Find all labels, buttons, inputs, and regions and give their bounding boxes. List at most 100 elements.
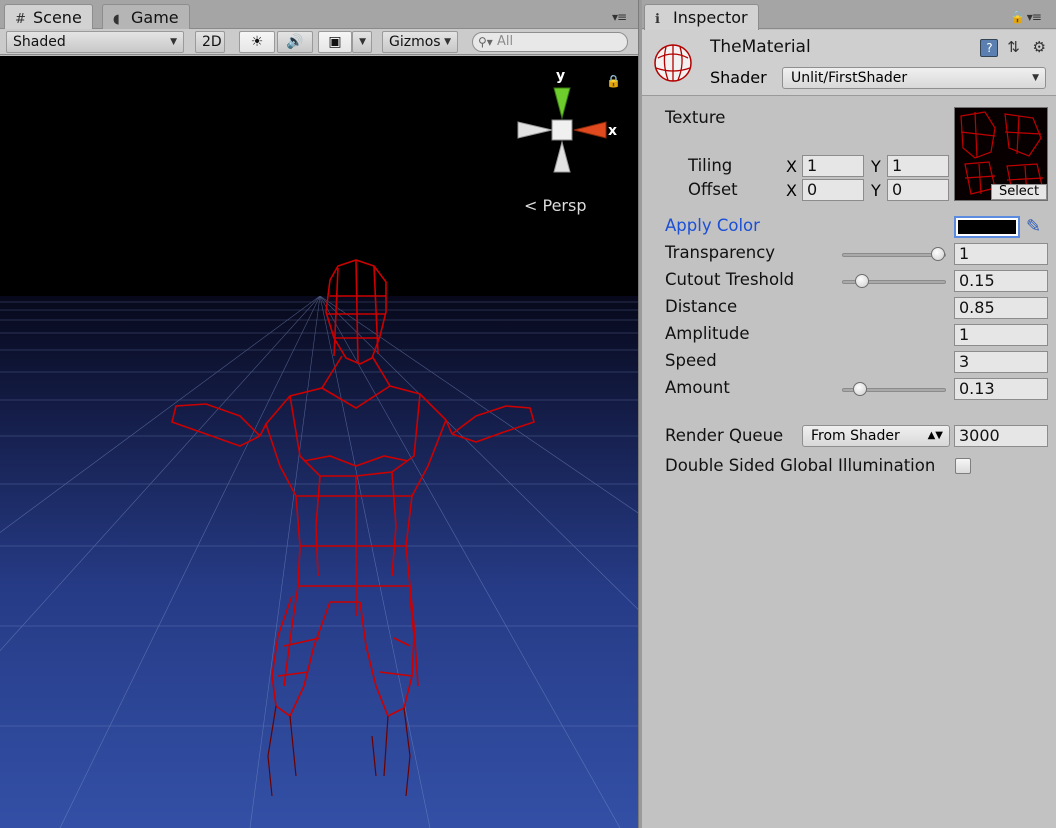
shader-dropdown[interactable]: Unlit/FirstShader ▼ xyxy=(782,67,1046,89)
tab-inspector-label: Inspector xyxy=(673,8,748,27)
slider-thumb[interactable] xyxy=(852,382,867,396)
offset-y-field[interactable]: 0 xyxy=(887,179,949,201)
perspective-icon: < xyxy=(524,196,538,215)
tab-scene[interactable]: # Scene xyxy=(4,4,93,30)
image-icon: ▣ xyxy=(328,34,342,50)
eyedropper-icon[interactable]: ✎ xyxy=(1026,216,1041,237)
gizmo-y-cone[interactable] xyxy=(553,87,571,120)
cutout-threshold-label: Cutout Treshold xyxy=(665,270,795,289)
search-icon: ⚲▾ xyxy=(478,35,493,49)
render-queue-mode: From Shader xyxy=(811,428,900,444)
transparency-label: Transparency xyxy=(665,243,776,262)
material-header: TheMaterial Shader Unlit/FirstShader ▼ ?… xyxy=(642,30,1056,96)
amount-field[interactable]: 0.13 xyxy=(954,378,1048,400)
audio-toggle[interactable]: 🔊 xyxy=(277,31,313,53)
amplitude-label: Amplitude xyxy=(665,324,750,343)
gizmo-center-cube[interactable] xyxy=(551,119,573,141)
grid-icon: # xyxy=(15,12,26,27)
gizmo-neg-x-cone[interactable] xyxy=(517,121,553,139)
cutout-threshold-slider[interactable] xyxy=(842,274,946,288)
material-sphere-icon xyxy=(654,44,692,82)
speaker-icon: 🔊 xyxy=(286,34,304,50)
apply-color-swatch[interactable] xyxy=(954,216,1020,238)
hierarchy-search-input[interactable]: ⚲▾ All xyxy=(472,32,628,52)
render-queue-field[interactable]: 3000 xyxy=(954,425,1048,447)
tiling-y-field[interactable]: 1 xyxy=(887,155,949,177)
projection-label: Persp xyxy=(542,196,587,215)
gear-icon[interactable]: ⚙ xyxy=(1033,38,1050,56)
lighting-toggle[interactable]: ☀ xyxy=(239,31,275,53)
inspector-tabbar: ℹ Inspector 🔒 ▾≡ xyxy=(642,0,1056,30)
speed-field[interactable]: 3 xyxy=(954,351,1048,373)
mode-2d-button[interactable]: 2D xyxy=(195,31,225,53)
amount-slider[interactable] xyxy=(842,382,946,396)
double-sided-gi-checkbox[interactable] xyxy=(955,458,971,474)
offset-x-label: X xyxy=(786,181,797,200)
apply-color-fill xyxy=(958,220,1016,234)
render-queue-label: Render Queue xyxy=(665,426,784,445)
material-name: TheMaterial xyxy=(710,37,811,57)
preset-icon[interactable]: ⇅ xyxy=(1007,38,1024,56)
orientation-gizmo[interactable]: y x xyxy=(510,68,620,178)
scene-viewport[interactable]: y x 🔒 < Persp xyxy=(0,56,638,828)
tab-inspector[interactable]: ℹ Inspector xyxy=(644,4,759,30)
transparency-field[interactable]: 1 xyxy=(954,243,1048,265)
slider-thumb[interactable] xyxy=(854,274,869,288)
tab-game[interactable]: ◖ Game xyxy=(102,4,190,29)
distance-field[interactable]: 0.85 xyxy=(954,297,1048,319)
amount-label: Amount xyxy=(665,378,730,397)
tiling-x-field[interactable]: 1 xyxy=(802,155,864,177)
chevron-down-icon: ▼ xyxy=(444,37,451,47)
cutout-threshold-field[interactable]: 0.15 xyxy=(954,270,1048,292)
gizmo-y-label: y xyxy=(556,68,565,84)
help-icon[interactable]: ? xyxy=(980,39,999,57)
gizmos-label: Gizmos xyxy=(389,34,441,50)
transparency-slider[interactable] xyxy=(842,247,946,261)
tab-scene-label: Scene xyxy=(33,8,82,27)
scene-tab-menu-icon[interactable]: ▾≡ xyxy=(612,10,627,24)
amplitude-field[interactable]: 1 xyxy=(954,324,1048,346)
pacman-icon: ◖ xyxy=(113,12,120,27)
shading-mode-dropdown[interactable]: Shaded ▼ xyxy=(6,31,184,53)
sun-icon: ☀ xyxy=(250,34,264,50)
offset-label: Offset xyxy=(688,180,738,199)
chevron-down-icon: ▼ xyxy=(170,37,177,47)
header-icons: ? ⇅ ⚙ xyxy=(980,38,1050,57)
offset-y-label: Y xyxy=(871,181,881,200)
render-queue-dropdown[interactable]: From Shader ▲▼ xyxy=(802,425,950,447)
gizmo-x-cone[interactable] xyxy=(573,121,607,139)
slider-thumb[interactable] xyxy=(931,247,945,261)
gizmo-x-label: x xyxy=(608,123,617,139)
speed-label: Speed xyxy=(665,351,717,370)
distance-label: Distance xyxy=(665,297,738,316)
apply-color-label: Apply Color xyxy=(665,216,760,235)
gizmos-dropdown[interactable]: Gizmos ▼ xyxy=(382,31,458,53)
texture-select-button[interactable]: Select xyxy=(991,184,1047,200)
double-sided-gi-label: Double Sided Global Illumination xyxy=(665,456,936,475)
texture-slot[interactable]: Select xyxy=(954,107,1048,201)
mode-2d-label: 2D xyxy=(202,34,222,50)
inspector-lock-icon[interactable]: 🔒 ▾≡ xyxy=(1010,10,1042,24)
lock-icon[interactable]: 🔒 xyxy=(606,74,621,88)
shading-mode-value: Shaded xyxy=(13,34,66,50)
info-icon: ℹ xyxy=(655,12,660,27)
shader-value: Unlit/FirstShader xyxy=(791,70,908,86)
shader-label: Shader xyxy=(710,68,767,87)
search-placeholder: All xyxy=(497,34,514,49)
tiling-label: Tiling xyxy=(688,156,733,175)
offset-x-field[interactable]: 0 xyxy=(802,179,864,201)
tab-game-label: Game xyxy=(131,8,179,27)
tiling-x-label: X xyxy=(786,157,797,176)
scene-tabbar: # Scene ◖ Game ▾≡ xyxy=(0,0,638,30)
scene-toolbar: Shaded ▼ 2D ☀ 🔊 ▣ ▼ Gizmos ▼ ⚲▾ All xyxy=(0,29,638,55)
chevron-down-icon: ▼ xyxy=(1032,73,1039,83)
inspector-window: ℹ Inspector 🔒 ▾≡ TheMaterial Shader Unlit… xyxy=(642,0,1056,828)
tiling-y-label: Y xyxy=(871,157,881,176)
effects-dropdown[interactable]: ▼ xyxy=(352,31,372,53)
effects-toggle[interactable]: ▣ xyxy=(318,31,352,53)
scene-window: # Scene ◖ Game ▾≡ Shaded ▼ 2D ☀ 🔊 ▣ ▼ Gizm… xyxy=(0,0,638,828)
texture-label: Texture xyxy=(665,108,726,127)
gizmo-neg-y-cone[interactable] xyxy=(553,140,571,173)
projection-toggle[interactable]: < Persp xyxy=(524,196,587,215)
chevron-down-icon: ▼ xyxy=(359,37,366,47)
